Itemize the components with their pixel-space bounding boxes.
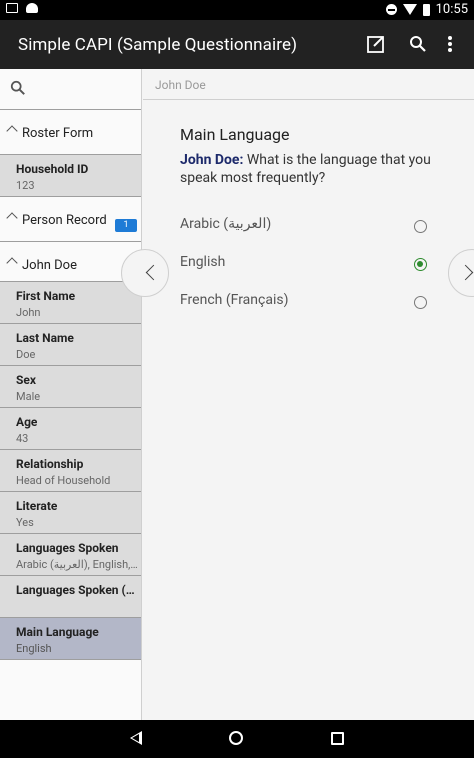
option-french[interactable]: French (Français) (180, 289, 427, 313)
option-label: French (Français) (180, 292, 289, 308)
app-title: Simple CAPI (Sample Questionnaire) (18, 35, 298, 55)
option-label: Arabic (العربية) (180, 216, 272, 232)
chevron-up-icon (6, 212, 18, 224)
sidebar-search[interactable] (0, 69, 141, 110)
sidebar-item-literate[interactable]: Literate Yes (0, 492, 141, 534)
navigation-sidebar: Roster Form Household ID 123 Person Reco… (0, 69, 142, 720)
battery-icon (422, 3, 430, 16)
item-value: Yes (16, 516, 34, 529)
group-label: Person Record (22, 213, 107, 228)
radio-button-selected[interactable] (414, 258, 427, 271)
sidebar-item-languages-spoken[interactable]: Languages Spoken Arabic (العربية), Engli… (0, 534, 141, 576)
item-label: Age (16, 415, 38, 429)
item-label: Main Language (16, 625, 99, 639)
item-label: Literate (16, 499, 58, 513)
chevron-up-icon (6, 257, 18, 269)
breadcrumb-text: John Doe (155, 78, 206, 92)
recent-apps-icon[interactable] (331, 732, 344, 745)
wifi-icon (402, 4, 417, 15)
chevron-right-icon (457, 264, 474, 281)
more-vert-icon[interactable] (438, 32, 462, 56)
item-value: Head of Household (16, 474, 111, 487)
item-label: Last Name (16, 331, 74, 345)
item-label: Household ID (16, 162, 89, 176)
group-roster-form[interactable]: Roster Form (0, 110, 141, 155)
item-value: 123 (16, 179, 35, 192)
item-label: Languages Spoken (... (16, 583, 136, 597)
question-person: John Doe: (180, 152, 244, 168)
group-label: Roster Form (22, 126, 94, 141)
status-bar: 10:55 (0, 0, 474, 20)
radio-button[interactable] (414, 220, 427, 233)
sidebar-item-main-language[interactable]: Main Language English (0, 618, 141, 660)
item-label: Relationship (16, 457, 84, 471)
item-label: Sex (16, 373, 36, 387)
item-value: Arabic (العربية), English, ... (16, 558, 138, 571)
image-notification-icon (6, 3, 18, 13)
count-badge: 1 (115, 219, 137, 232)
android-notification-icon (26, 3, 38, 13)
breadcrumb: John Doe (143, 69, 474, 100)
question-panel: John Doe Main Language John Doe: What is… (121, 69, 474, 720)
sidebar-item-last-name[interactable]: Last Name Doe (0, 324, 141, 366)
search-icon[interactable] (406, 32, 430, 56)
sidebar-item-sex[interactable]: Sex Male (0, 366, 141, 408)
previous-button[interactable] (121, 249, 169, 297)
item-value: English (16, 642, 52, 655)
item-value: 43 (16, 432, 29, 445)
option-label: English (180, 254, 226, 270)
option-english[interactable]: English (180, 251, 427, 275)
item-label: First Name (16, 289, 76, 303)
option-arabic[interactable]: Arabic (العربية) (180, 213, 427, 237)
item-value: John (16, 306, 41, 319)
group-person-record[interactable]: Person Record 1 (0, 197, 141, 242)
sidebar-item-age[interactable]: Age 43 (0, 408, 141, 450)
home-icon[interactable] (229, 731, 243, 745)
next-button[interactable] (448, 249, 474, 297)
back-icon[interactable] (130, 731, 142, 745)
radio-button[interactable] (414, 296, 427, 309)
question-title: Main Language (180, 125, 290, 144)
question-text: John Doe: What is the language that you … (180, 151, 450, 187)
group-john-doe[interactable]: John Doe (0, 242, 141, 282)
status-time: 10:55 (435, 2, 468, 17)
do-not-disturb-icon (385, 4, 397, 15)
edit-note-icon[interactable] (364, 32, 388, 56)
item-label: Languages Spoken (16, 541, 119, 555)
sidebar-item-relationship[interactable]: Relationship Head of Household (0, 450, 141, 492)
item-value: Doe (16, 348, 36, 361)
sidebar-item-languages-spoken-other[interactable]: Languages Spoken (... (0, 576, 141, 618)
sidebar-item-first-name[interactable]: First Name John (0, 282, 141, 324)
app-bar: Simple CAPI (Sample Questionnaire) (0, 20, 474, 69)
chevron-left-icon (145, 264, 162, 281)
chevron-up-icon (6, 125, 18, 137)
sidebar-item-household-id[interactable]: Household ID 123 (0, 155, 141, 197)
item-value: Male (16, 390, 41, 403)
search-icon[interactable] (10, 80, 26, 100)
group-label: John Doe (22, 258, 77, 273)
system-nav-bar (0, 720, 474, 758)
